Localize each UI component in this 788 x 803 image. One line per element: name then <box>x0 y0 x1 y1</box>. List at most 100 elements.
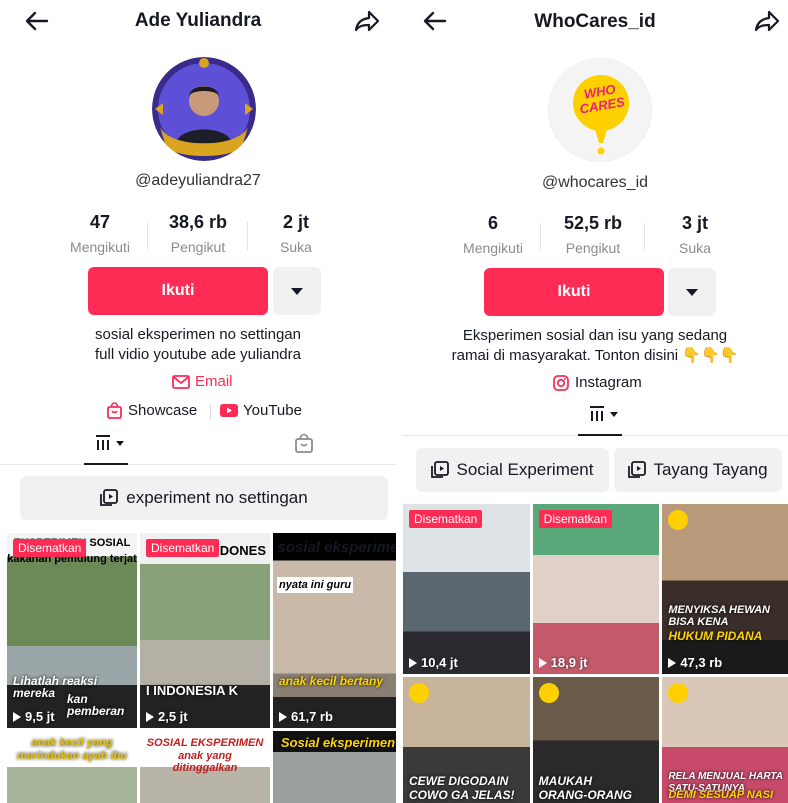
instagram-icon <box>553 374 569 391</box>
pinned-badge: Disematkan <box>538 510 613 528</box>
stat-following[interactable]: 47 Mengikuti <box>52 212 148 255</box>
video-thumbnail[interactable]: Disematkan 18,9 jt <box>532 504 660 674</box>
view-count: 2,5 jt <box>146 709 188 724</box>
content-tabs <box>402 396 788 436</box>
stat-likes-count: 2 jt <box>282 212 309 232</box>
video-thumbnail[interactable]: EKSPERIMEN SOSIAL kakanan pemulung terja… <box>7 533 137 728</box>
chevron-down-icon <box>686 288 698 296</box>
share-icon[interactable] <box>752 6 782 36</box>
play-icon <box>668 657 677 668</box>
profile-panel-left: Ade Yuliandra @adeyuliandra27 47 Mengiku… <box>0 0 396 803</box>
share-icon[interactable] <box>352 6 382 36</box>
stat-followers-count: 38,6 rb <box>168 212 228 232</box>
more-options-button[interactable] <box>273 267 321 315</box>
grid-icon <box>590 406 604 421</box>
playlist-chip[interactable]: Social Experiment <box>416 448 609 492</box>
stat-likes[interactable]: 3 jt Suka <box>645 213 745 256</box>
playlist-label: Tayang Tayang <box>653 460 768 479</box>
view-count: 47,3 rb <box>668 655 722 670</box>
view-count: 18,9 jt <box>538 655 588 670</box>
youtube-link[interactable]: YouTube <box>220 402 302 419</box>
stat-following-label: Mengikuti <box>70 239 130 255</box>
youtube-icon <box>220 404 238 417</box>
playlist-chip[interactable]: experiment no settingan <box>20 476 388 520</box>
thumbnail-text: sosial eksperime <box>277 539 396 556</box>
email-link[interactable]: Email <box>172 373 233 390</box>
brand-logo-badge <box>409 683 429 703</box>
play-icon <box>146 711 154 722</box>
mail-icon <box>172 374 190 389</box>
playlist-label: Social Experiment <box>456 460 594 479</box>
avatar[interactable]: WHO CARES <box>548 58 652 162</box>
thumbnail-text: anak kecil bertany <box>279 674 384 688</box>
email-label: Email <box>195 373 233 390</box>
stat-likes-count: 3 jt <box>681 213 708 233</box>
bio-line: Eksperimen sosial dan isu yang sedang <box>462 327 728 344</box>
showcase-link[interactable]: Showcase <box>106 402 197 419</box>
youtube-label: YouTube <box>243 402 302 419</box>
chevron-down-icon <box>610 411 618 417</box>
stat-likes[interactable]: 2 jt Suka <box>248 212 344 255</box>
thumbnail-text: SOSIAL EKSPERIMEN <box>146 737 264 749</box>
stat-likes-label: Suka <box>280 239 312 255</box>
view-count: 10,4 jt <box>409 655 458 670</box>
grid-icon <box>96 435 110 450</box>
thumbnail-text: MAUKAH <box>538 774 592 788</box>
thumbnail-text: ORANG-ORANG <box>538 788 632 802</box>
stat-likes-label: Suka <box>679 240 711 256</box>
follow-button[interactable]: Ikuti <box>484 268 664 316</box>
thumbnail-text: DEMI SESUAP NASI <box>668 789 774 801</box>
play-icon <box>409 657 417 668</box>
video-thumbnail[interactable]: anak kecil yang merindukan ayah ibu <box>7 731 137 803</box>
stat-following-count: 6 <box>487 213 498 233</box>
page-title: Ade Yuliandra <box>134 10 262 31</box>
more-options-button[interactable] <box>668 268 716 316</box>
username-handle: @whocares_id <box>541 174 649 191</box>
video-thumbnail[interactable]: Sosial eksperimen <box>273 731 396 803</box>
video-thumbnail[interactable]: CEWE DIGODAIN COWO GA JELAS! <box>403 677 530 803</box>
thumbnail-text: kan pemberan <box>67 692 125 718</box>
bio-line: ramai di masyarakat. Tonton disini 👇👇👇 <box>451 347 739 364</box>
instagram-label: Instagram <box>575 374 642 391</box>
content-tabs <box>0 425 396 465</box>
tab-shop-bag-icon[interactable] <box>294 433 314 453</box>
video-thumbnail[interactable]: sosial eksperime nyata ini guru anak kec… <box>273 533 396 728</box>
thumbnail-text: anak kecil yang <box>31 737 113 749</box>
stat-followers[interactable]: 38,6 rb Pengikut <box>148 212 248 255</box>
page-title: WhoCares_id <box>534 11 656 32</box>
stats-row: 47 Mengikuti 38,6 rb Pengikut 2 jt Suka <box>0 212 396 255</box>
thumbnail-text: HUKUM PIDANA <box>668 629 763 643</box>
stat-followers-label: Pengikut <box>565 240 621 256</box>
playlist-label: experiment no settingan <box>126 488 308 507</box>
video-thumbnail[interactable]: MAUKAH ORANG-ORANG <box>532 677 660 803</box>
brand-logo-badge <box>668 510 689 530</box>
view-count: 61,7 rb <box>279 709 333 724</box>
instagram-link[interactable]: Instagram <box>553 374 642 391</box>
video-thumbnail[interactable]: SOSIAL EKSPERIMEN anak yang ditinggalkan <box>140 731 270 803</box>
thumbnail-text: nyata ini guru <box>277 577 354 593</box>
stat-followers[interactable]: 52,5 rb Pengikut <box>541 213 645 256</box>
play-icon <box>13 711 21 722</box>
video-grid: Disematkan 10,4 jt Disematkan 18,9 jt ME… <box>403 504 788 803</box>
video-thumbnail[interactable]: Disematkan 10,4 jt <box>403 504 530 674</box>
playlist-chip[interactable]: Tayang Tayang <box>614 448 782 492</box>
view-count: 9,5 jt <box>13 709 55 724</box>
stats-row: 6 Mengikuti 52,5 rb Pengikut 3 jt Suka <box>402 213 788 256</box>
playlist-icon <box>628 461 647 478</box>
follow-button[interactable]: Ikuti <box>88 267 268 315</box>
tab-videos[interactable] <box>94 434 124 452</box>
bio-line: full vidio youtube ade yuliandra <box>95 346 301 363</box>
brand-logo-badge <box>538 683 559 703</box>
video-thumbnail[interactable]: MENYIKSA HEWAN BISA KENA HUKUM PIDANA 47… <box>662 504 788 674</box>
playlist-icon <box>431 461 450 478</box>
tab-videos[interactable] <box>588 405 618 423</box>
stat-following-count: 47 <box>89 212 111 232</box>
video-thumbnail[interactable]: RELA MENJUAL HARTA SATU-SATUNYA DEMI SES… <box>662 677 788 803</box>
pinned-badge: Disematkan <box>13 539 87 557</box>
stat-followers-label: Pengikut <box>170 239 226 255</box>
thumbnail-text: I INDONESIA K <box>146 683 238 698</box>
profile-panel-right: WhoCares_id WHO CARES @whocares_id 6 Men… <box>402 0 788 803</box>
video-thumbnail[interactable]: INDONES Disematkan I INDONESIA K 2,5 jt <box>140 533 270 728</box>
stat-following[interactable]: 6 Mengikuti <box>445 213 541 256</box>
avatar[interactable] <box>152 57 256 161</box>
